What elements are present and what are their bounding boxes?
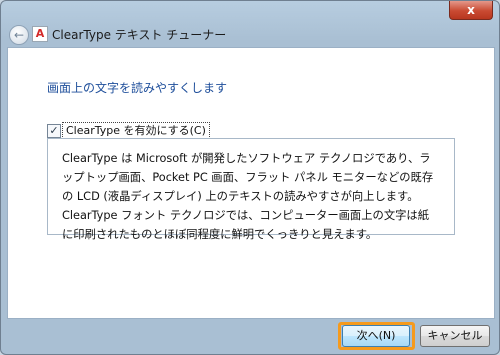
description-box: ClearType は Microsoft が開発したソフトウェア テクノロジで… — [47, 138, 455, 241]
close-window-button[interactable]: x — [449, 1, 493, 20]
content-panel: 画面上の文字を読みやすくします ✓ ClearType を有効にする(C) Cl… — [7, 47, 495, 319]
cleartype-app-icon: A — [32, 26, 48, 42]
window-title: ClearType テキスト チューナー — [52, 28, 227, 42]
cleartype-checkbox[interactable]: ✓ — [47, 124, 61, 138]
cancel-button[interactable]: キャンセル — [420, 325, 490, 347]
title-bar: x ← A ClearType テキスト チューナー — [1, 1, 499, 45]
next-button[interactable]: 次へ(N) — [342, 325, 410, 347]
cleartype-tuner-window: x ← A ClearType テキスト チューナー 画面上の文字を読みやすくし… — [0, 0, 500, 355]
page-heading: 画面上の文字を読みやすくします — [47, 81, 228, 95]
cleartype-checkbox-label[interactable]: ClearType を有効にする(C) — [62, 122, 210, 139]
back-arrow-icon[interactable]: ← — [9, 25, 29, 45]
